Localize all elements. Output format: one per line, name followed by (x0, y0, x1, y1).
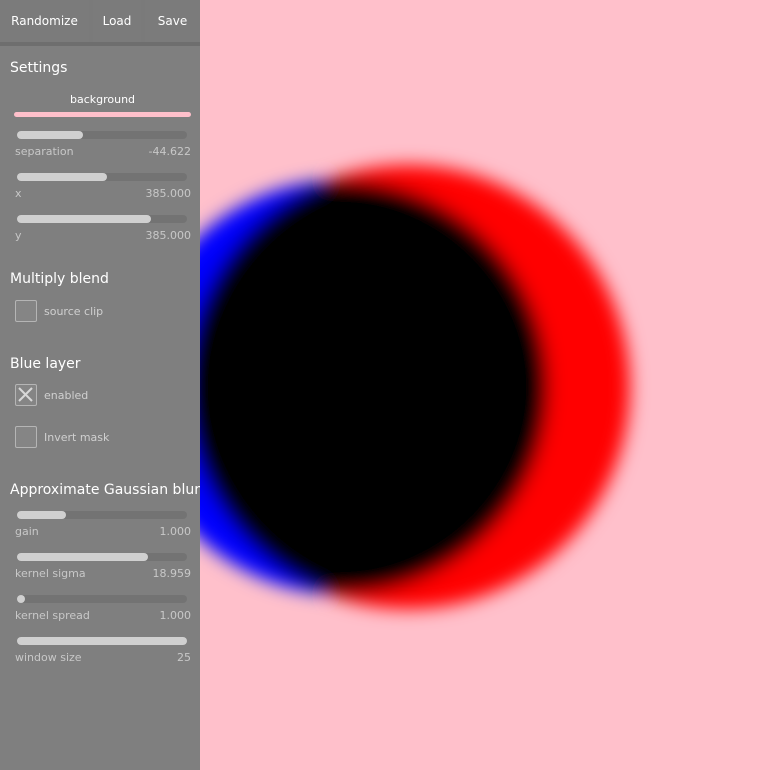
save-button[interactable]: Save (145, 0, 200, 42)
settings-panel: Randomize Load Save Settings background … (0, 0, 200, 770)
enabled-checkbox[interactable] (15, 384, 37, 406)
source-clip-label: source clip (44, 305, 104, 318)
checkmark-x-icon (18, 387, 33, 402)
y-slider-fill (17, 215, 152, 223)
kernel-sigma-slider[interactable] (17, 553, 187, 561)
blue-layer-heading: Blue layer (10, 356, 81, 372)
toolbar: Randomize Load Save (0, 0, 200, 42)
toolbar-divider (0, 42, 200, 46)
separation-label: separation (15, 145, 74, 158)
y-value: 385.000 (145, 229, 192, 242)
separation-slider-fill (17, 131, 84, 139)
gaussian-blur-heading: Approximate Gaussian blur (10, 482, 200, 498)
gain-label: gain (15, 525, 39, 538)
x-slider[interactable] (17, 173, 187, 181)
background-color-button[interactable]: background (14, 90, 191, 110)
gain-slider-fill (17, 511, 67, 519)
enabled-label: enabled (44, 389, 89, 402)
gain-value: 1.000 (159, 525, 192, 538)
x-slider-fill (17, 173, 108, 181)
load-button[interactable]: Load (93, 0, 141, 42)
kernel-spread-slider[interactable] (17, 595, 187, 603)
y-slider[interactable] (17, 215, 187, 223)
source-clip-checkbox[interactable] (15, 300, 37, 322)
kernel-spread-value: 1.000 (159, 609, 192, 622)
invert-mask-label: Invert mask (44, 431, 110, 444)
background-color-swatch[interactable] (14, 112, 191, 117)
window-size-slider-fill (17, 637, 187, 645)
window-size-label: window size (15, 651, 82, 664)
y-label: y (15, 229, 22, 242)
x-value: 385.000 (145, 187, 192, 200)
settings-heading: Settings (10, 60, 68, 76)
kernel-sigma-label: kernel sigma (15, 567, 86, 580)
separation-value: -44.622 (148, 145, 191, 158)
window-size-value: 25 (177, 651, 191, 664)
x-label: x (15, 187, 22, 200)
kernel-spread-label: kernel spread (15, 609, 90, 622)
kernel-spread-slider-fill (17, 595, 25, 603)
window-size-slider[interactable] (17, 637, 187, 645)
invert-mask-checkbox[interactable] (15, 426, 37, 448)
multiply-blend-heading: Multiply blend (10, 271, 109, 287)
randomize-button[interactable]: Randomize (0, 0, 89, 42)
kernel-sigma-slider-fill (17, 553, 148, 561)
separation-slider[interactable] (17, 131, 187, 139)
gain-slider[interactable] (17, 511, 187, 519)
kernel-sigma-value: 18.959 (152, 567, 192, 580)
